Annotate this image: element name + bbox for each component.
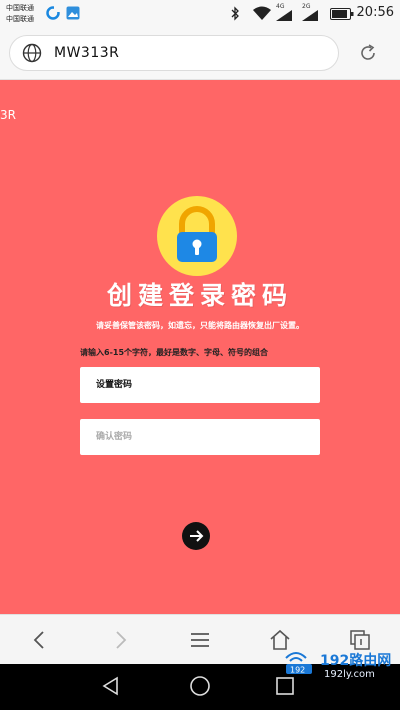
network-type-label-2: 2G: [302, 3, 311, 10]
carrier-label-1: 中国联通: [6, 4, 34, 12]
router-setup-page: 3R 创建登录密码 请妥善保管该密码，如遗忘，只能将路由器恢复出厂设置。 请输入…: [0, 80, 400, 614]
nav-home-icon[interactable]: [189, 675, 211, 697]
clock: 20:56: [356, 5, 394, 20]
globe-icon: [22, 43, 42, 63]
network-type-label-1: 4G: [276, 3, 285, 10]
carrier-label-2: 中国联通: [6, 15, 34, 23]
watermark-badge: 192: [290, 666, 305, 675]
page-subtitle: 请妥善保管该密码，如遗忘，只能将路由器恢复出厂设置。: [96, 321, 304, 330]
battery-icon: [330, 8, 354, 20]
forward-icon[interactable]: [108, 628, 132, 652]
menu-icon[interactable]: [188, 628, 212, 652]
next-button[interactable]: [182, 522, 210, 550]
bluetooth-icon: [231, 6, 239, 21]
signal-icon-2: [302, 10, 318, 21]
password-input[interactable]: [80, 367, 320, 403]
nav-recents-icon[interactable]: [274, 675, 296, 697]
back-icon[interactable]: [28, 628, 52, 652]
app-notification-icon: [46, 6, 60, 20]
lock-badge: [157, 196, 237, 276]
status-bar: 中国联通 中国联通 4G 2G 20:56: [0, 0, 400, 28]
arrow-right-icon: [190, 530, 204, 542]
watermark-url: 192ly.com: [324, 669, 375, 680]
page-title: 创建登录密码: [106, 281, 293, 310]
signal-icon-1: [276, 10, 292, 21]
password-hint: 请输入6-15个字符，最好是数字、字母、符号的组合: [80, 348, 269, 357]
url-field[interactable]: MW313R: [9, 35, 339, 71]
lock-icon: [177, 206, 217, 262]
image-notification-icon: [66, 6, 80, 20]
watermark-brand: 192路由网: [320, 653, 392, 669]
reload-icon[interactable]: [358, 43, 378, 63]
nav-back-icon[interactable]: [100, 675, 122, 697]
confirm-password-input[interactable]: [80, 419, 320, 455]
partial-model-label: 3R: [0, 108, 16, 122]
browser-address-bar: MW313R: [0, 28, 400, 80]
wifi-icon: [253, 6, 271, 20]
url-text: MW313R: [54, 45, 120, 61]
